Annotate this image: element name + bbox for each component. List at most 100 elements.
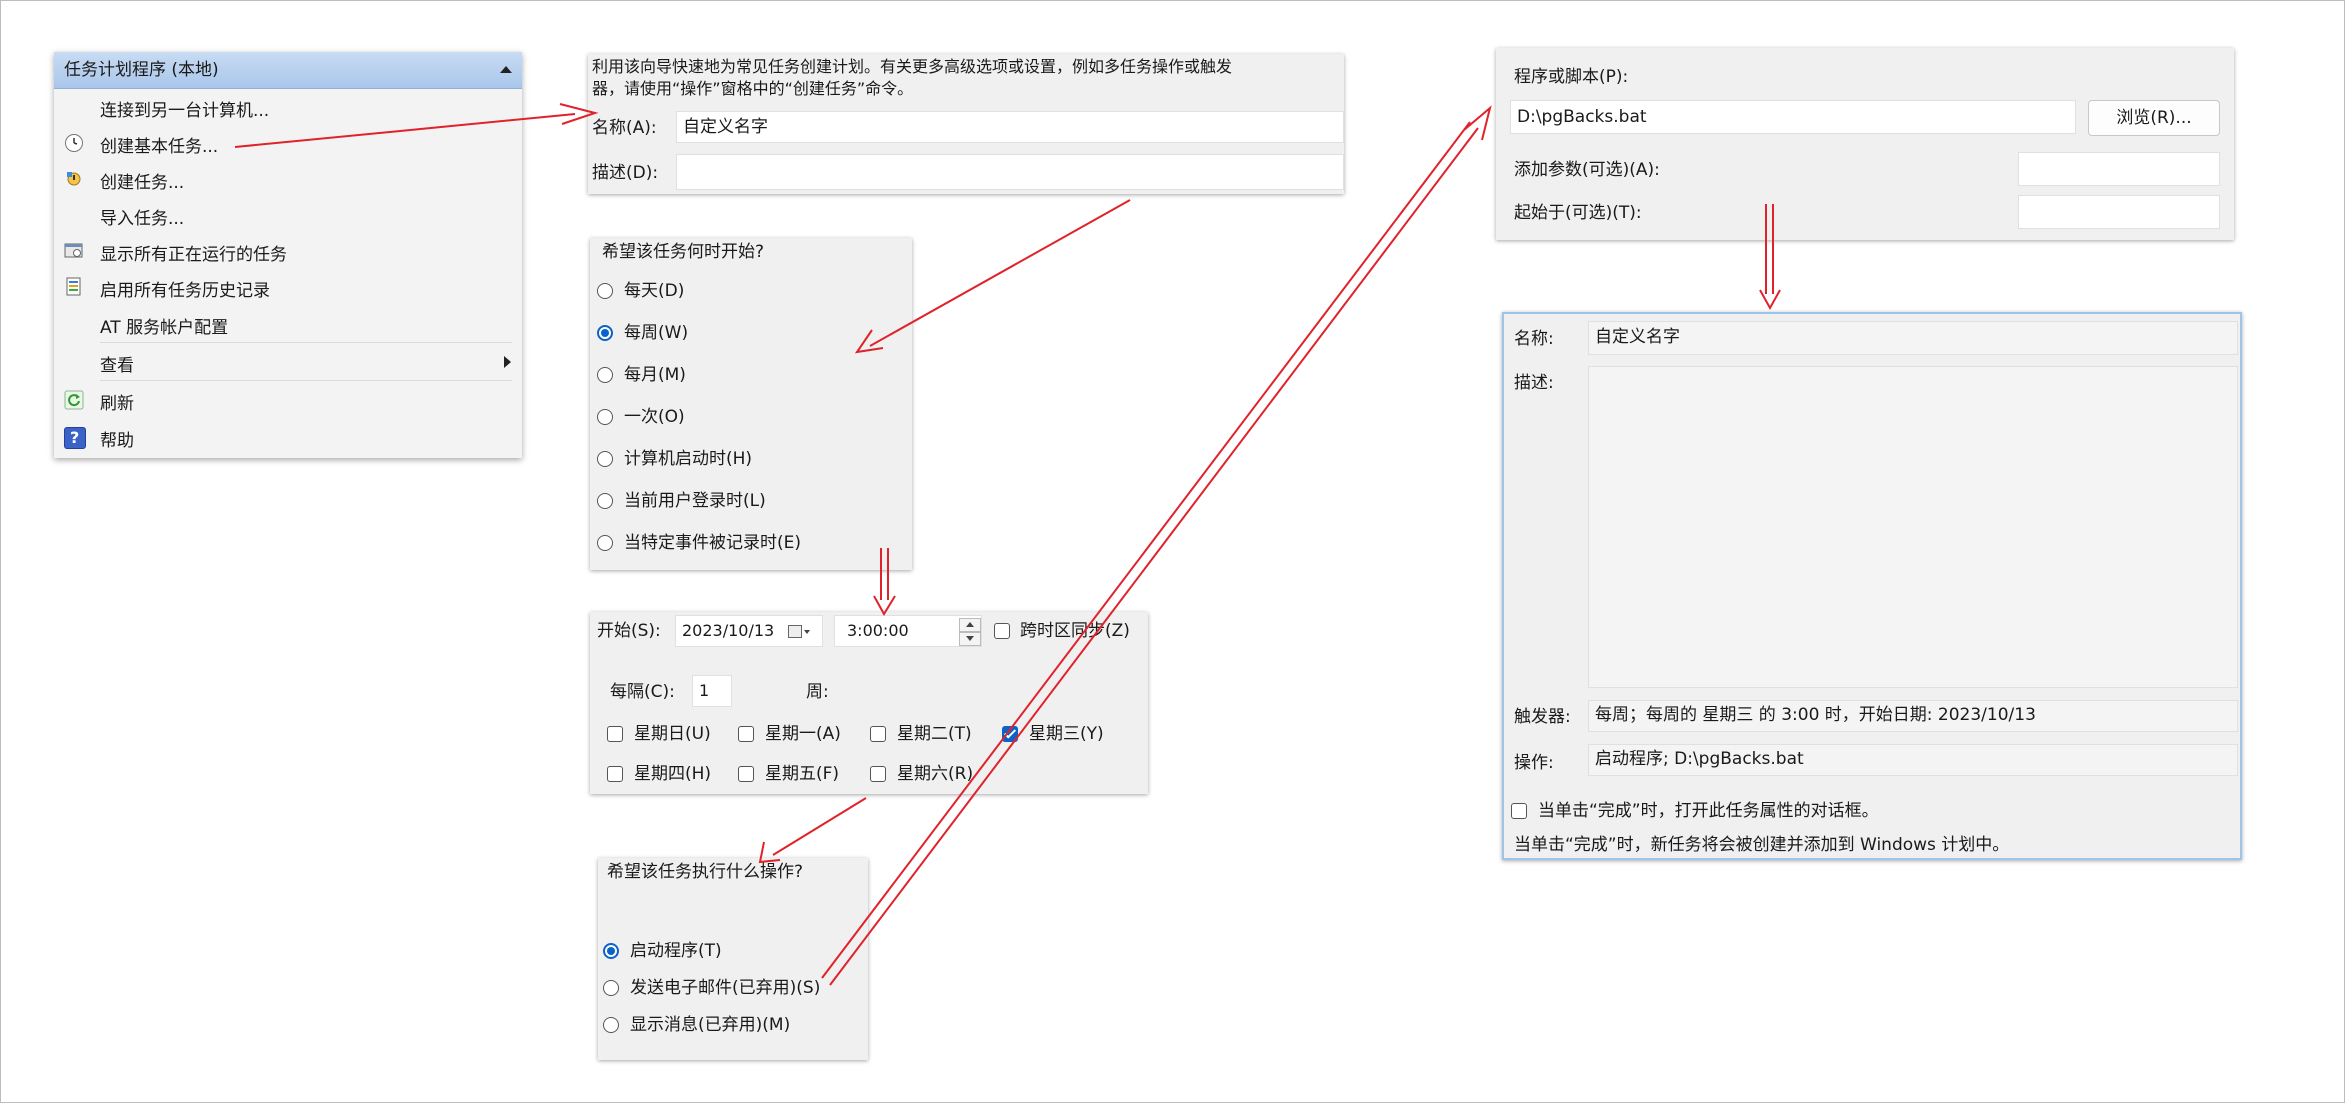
program-label: 程序或脚本(P): [1514,67,1629,87]
menu-item-label: AT 服务帐户配置 [100,318,229,338]
trigger-radio[interactable] [597,367,613,383]
weekday-checkbox[interactable] [870,726,886,742]
program-path-input[interactable]: D:\pgBacks.bat [1510,100,2076,134]
action-option-label: 启动程序(T) [630,941,722,961]
recur-every-input[interactable]: 1 [692,675,732,707]
menu-item-label: 显示所有正在运行的任务 [100,245,287,265]
submenu-arrow-icon [504,356,511,368]
recur-unit-label: 周: [806,682,829,702]
weekday-checkbox[interactable] [738,726,754,742]
finish-note: 当单击“完成”时，新任务将会被创建并添加到 Windows 计划中。 [1514,835,2010,855]
trigger-radio[interactable] [597,535,613,551]
menu-item-help[interactable]: ? 帮助 [54,420,522,454]
start-in-label: 起始于(可选)(T): [1514,203,1642,223]
arguments-input[interactable] [2018,152,2220,186]
chevron-down-icon [966,636,974,641]
trigger-radio[interactable] [597,409,613,425]
weekday-label: 星期六(R) [897,764,974,784]
weekday-label: 星期四(H) [634,764,712,784]
menu-item-show-running[interactable]: 显示所有正在运行的任务 [54,234,522,268]
menu-item-label: 帮助 [100,431,134,451]
time-down-button[interactable] [959,632,981,646]
menu-header[interactable]: 任务计划程序 (本地) [54,52,522,89]
open-properties-checkbox[interactable] [1511,803,1527,819]
summary-trigger-label: 触发器: [1514,707,1571,727]
menu-item-label: 查看 [100,356,134,376]
start-in-input[interactable] [2018,195,2220,229]
menu-item-create-task[interactable]: 创建任务... [54,162,522,196]
menu-item-create-basic-task[interactable]: 创建基本任务... [54,126,522,160]
trigger-option-label: 每周(W) [624,323,689,343]
start-date-value: 2023/10/13 [682,621,775,640]
summary-panel: 名称: 自定义名字 描述: 触发器: 每周；每周的 星期三 的 3:00 时，开… [1502,312,2242,860]
weekday-checkbox[interactable] [870,766,886,782]
action-question: 希望该任务执行什么操作? [607,862,804,882]
trigger-radio[interactable] [597,493,613,509]
menu-item-at-service[interactable]: AT 服务帐户配置 [54,307,522,341]
menu-item-import-task[interactable]: 导入任务... [54,198,522,232]
recur-every-label: 每隔(C): [610,682,675,702]
menu-item-enable-history[interactable]: 启用所有任务历史记录 [54,270,522,304]
menu-item-label: 创建基本任务... [100,137,219,157]
summary-desc-value [1588,366,2238,688]
summary-name-label: 名称: [1514,329,1554,349]
summary-name-value: 自定义名字 [1588,321,2238,355]
intro-line-2: 器，请使用“操作”窗格中的“创建任务”命令。 [592,79,914,98]
trigger-radio[interactable] [597,325,613,341]
weekday-label: 星期一(A) [765,724,841,744]
summary-trigger-value: 每周；每周的 星期三 的 3:00 时，开始日期: 2023/10/13 [1588,700,2238,732]
trigger-option-label: 计算机启动时(H) [624,449,753,469]
weekday-label: 星期二(T) [897,724,972,744]
task-wizard-icon [65,134,83,152]
action-radio[interactable] [603,943,619,959]
action-option-label: 显示消息(已弃用)(M) [630,1015,791,1035]
menu-item-label: 创建任务... [100,173,185,193]
refresh-icon [64,390,84,410]
task-description-input[interactable] [676,154,1344,190]
help-icon: ? [64,427,86,449]
start-time-stepper[interactable]: 3:00:00 [834,615,982,647]
trigger-option-label: 当特定事件被记录时(E) [624,533,802,553]
time-up-button[interactable] [959,618,981,632]
task-scheduler-menu: 任务计划程序 (本地) 连接到另一台计算机... 创建基本任务... 创建任务.… [54,52,522,458]
action-radio[interactable] [603,1017,619,1033]
trigger-option-label: 每月(M) [624,365,686,385]
menu-item-view[interactable]: 查看 [54,345,522,379]
history-icon [64,277,84,297]
menu-item-refresh[interactable]: 刷新 [54,383,522,417]
action-radio[interactable] [603,980,619,996]
start-label: 开始(S): [597,621,661,641]
start-program-panel: 程序或脚本(P): D:\pgBacks.bat 浏览(R)... 添加参数(可… [1496,48,2234,240]
summary-desc-label: 描述: [1514,373,1554,393]
trigger-radio[interactable] [597,283,613,299]
weekly-settings-panel: 开始(S): 2023/10/13 3:00:00 跨时区同步(Z) 每隔(C)… [590,612,1148,794]
task-name-input[interactable]: 自定义名字 [676,111,1344,143]
sync-timezones-checkbox[interactable] [994,623,1010,639]
trigger-question: 希望该任务何时开始? [602,242,765,262]
start-time-value: 3:00:00 [847,621,909,640]
chevron-down-icon[interactable] [804,630,810,634]
menu-item-label: 刷新 [100,394,134,414]
chevron-up-icon [966,622,974,627]
create-task-icon [64,169,84,189]
calendar-icon[interactable] [788,625,802,638]
weekday-checkbox[interactable] [1002,726,1018,742]
menu-item-connect[interactable]: 连接到另一台计算机... [54,90,522,124]
collapse-icon[interactable] [500,66,512,73]
weekday-checkbox[interactable] [738,766,754,782]
action-panel: 希望该任务执行什么操作? 启动程序(T) 发送电子邮件(已弃用)(S) 显示消息(已… [598,858,868,1060]
weekday-checkbox[interactable] [607,726,623,742]
sync-timezones-label: 跨时区同步(Z) [1020,621,1130,641]
weekday-label: 星期五(F) [765,764,840,784]
trigger-option-label: 当前用户登录时(L) [624,491,766,511]
trigger-radio[interactable] [597,451,613,467]
name-label: 名称(A): [592,118,657,138]
weekday-checkbox[interactable] [607,766,623,782]
trigger-option-label: 每天(D) [624,281,685,301]
browse-button[interactable]: 浏览(R)... [2088,100,2220,136]
weekday-label: 星期日(U) [634,724,711,744]
start-date-picker[interactable]: 2023/10/13 [675,615,823,647]
trigger-panel: 希望该任务何时开始? 每天(D) 每周(W) 每月(M) 一次(O) 计算机启动时(H)… [590,238,912,570]
menu-separator [100,342,512,343]
running-tasks-icon [64,241,84,261]
